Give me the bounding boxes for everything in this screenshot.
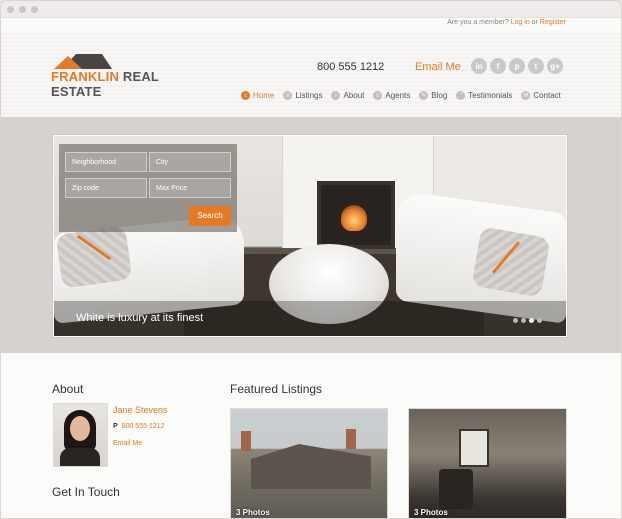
home-icon: ⌂ [241,91,250,100]
phone-prefix: P [113,423,118,430]
header-email-link[interactable]: Email Me [415,61,461,73]
testimonials-icon: " [456,91,466,100]
nav-label: Listings [295,91,323,100]
about-icon: i [331,91,341,100]
scene-fire [341,205,367,231]
window-zoom-dot[interactable] [31,5,38,13]
hero-slider[interactable]: Neighborhood City Zip code Max Price Sea… [53,135,567,337]
logo-wordmark: FRANKLIN REAL ESTATE [51,69,161,99]
city-input[interactable]: City [149,152,231,172]
googleplus-icon[interactable]: g+ [547,58,563,74]
agent-email-link[interactable]: Email Me [113,440,142,447]
twitter-icon[interactable]: t [528,58,544,74]
member-or: or [531,19,538,26]
nav-item-agents[interactable]: ☺ Agents [373,91,410,100]
scene-pillow [55,225,133,289]
photo-body [60,448,100,466]
contact-icon: ✉ [521,91,531,100]
house-chimney [241,431,251,451]
listing-card[interactable]: 3 Photos [408,408,567,518]
browser-window: Are you a member? Log in or Register FRA… [1,1,621,518]
login-link[interactable]: Log in [511,19,530,26]
logo-name-part1: FRANKLIN [51,69,120,84]
nav-item-about[interactable]: i About [331,91,364,100]
nav-label: About [343,91,365,100]
property-search-form: Neighborhood City Zip code Max Price Sea… [59,144,237,232]
nav-item-testimonials[interactable]: " Testimonials [456,91,512,100]
agent-photo [53,403,108,467]
photo-count: 3 Photos [414,508,448,517]
slide-caption-bar: White is luxury at its finest [54,301,566,336]
agent-phone: P 800 555 1212 [113,423,165,430]
nav-label: Contact [533,91,561,100]
listing-card[interactable]: 3 Photos [230,408,388,518]
window-minimize-dot[interactable] [19,5,26,13]
slider-dot-active[interactable] [529,318,534,323]
search-button[interactable]: Search [189,206,231,226]
member-prompt: Are you a member? [447,19,509,26]
get-in-touch-heading: Get In Touch [52,485,120,499]
nav-label: Agents [385,91,411,100]
main-nav: ⌂ Home ≡ Listings i About ☺ Agents ✎ Blo… [241,91,561,100]
nav-item-blog[interactable]: ✎ Blog [419,91,447,100]
nav-label: Testimonials [468,91,513,100]
zip-input[interactable]: Zip code [65,178,147,198]
site-header: FRANKLIN REAL ESTATE 800 555 1212 Email … [1,31,621,117]
linkedin-icon[interactable]: in [471,58,487,74]
photo-count: 3 Photos [236,508,270,517]
agents-icon: ☺ [373,91,383,100]
roof-logo-icon [54,54,112,69]
photo-face [70,416,90,441]
featured-listings-heading: Featured Listings [230,382,323,396]
agent-name-link[interactable]: Jane Stevens [113,405,168,415]
window-chrome [1,1,621,18]
interior-chair [439,469,473,509]
scene-pillow [471,226,551,298]
nav-label: Blog [431,91,448,100]
member-bar: Are you a member? Log in or Register [1,17,621,31]
blog-icon: ✎ [419,91,429,100]
nav-item-listings[interactable]: ≡ Listings [283,91,322,100]
nav-label: Home [253,91,275,100]
slider-dot[interactable] [521,318,526,323]
max-price-input[interactable]: Max Price [149,178,231,198]
slider-dots [513,318,542,323]
slider-dot[interactable] [513,318,518,323]
header-phone: 800 555 1212 [317,61,385,73]
window-close-dot[interactable] [7,5,14,13]
interior-window [459,429,489,467]
register-link[interactable]: Register [540,19,566,26]
facebook-icon[interactable]: f [490,58,506,74]
site-logo[interactable]: FRANKLIN REAL ESTATE [51,53,161,99]
nav-item-contact[interactable]: ✉ Contact [521,91,561,100]
neighborhood-input[interactable]: Neighborhood [65,152,147,172]
scene-fireplace [317,181,395,249]
nav-item-home[interactable]: ⌂ Home [241,91,274,100]
agent-phone-number[interactable]: 800 555 1212 [122,423,165,430]
listings-icon: ≡ [283,91,293,100]
slide-caption: White is luxury at its finest [76,312,204,324]
slider-dot[interactable] [537,318,542,323]
social-links: in f p t g+ [471,58,563,74]
house-chimney [346,429,356,449]
pinterest-icon[interactable]: p [509,58,525,74]
about-heading: About [52,382,84,396]
